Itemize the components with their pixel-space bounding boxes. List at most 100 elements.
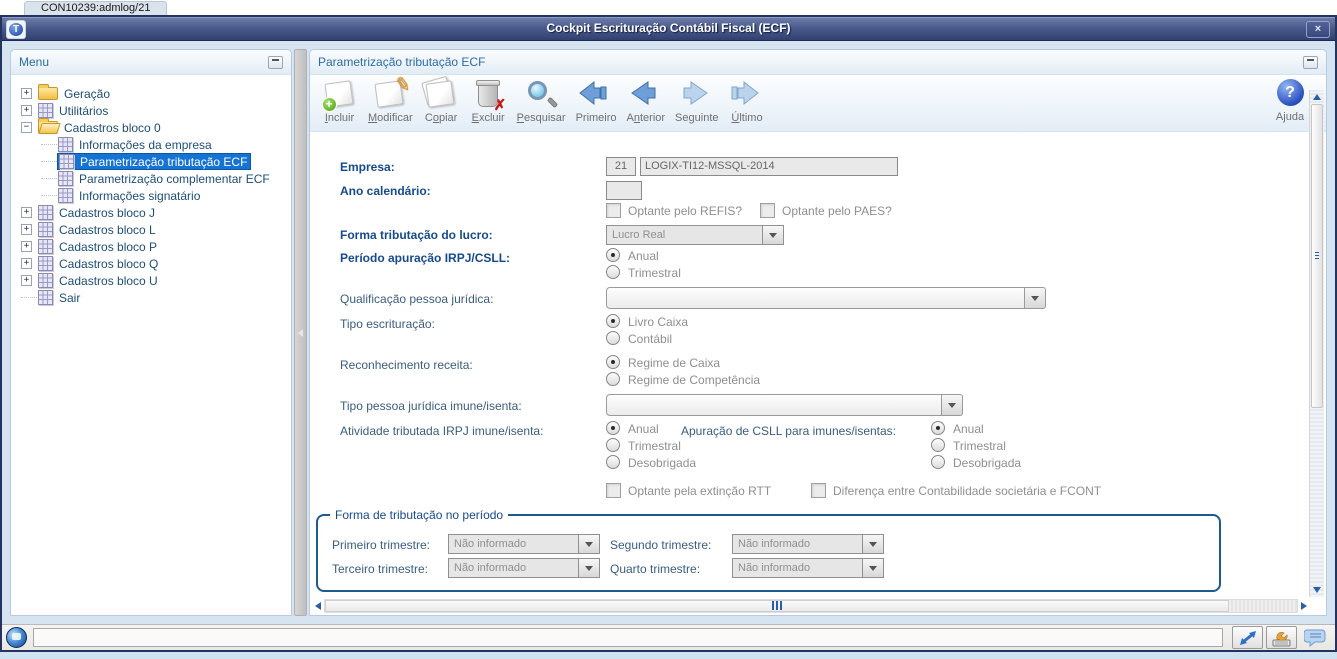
chevron-down-icon[interactable] xyxy=(863,558,884,578)
periodo-trimestral-radio[interactable] xyxy=(606,265,620,279)
grid-icon xyxy=(38,273,53,288)
regime-competencia-radio[interactable] xyxy=(606,372,620,386)
chevron-down-icon[interactable] xyxy=(579,558,600,578)
horizontal-scrollbar-thumb[interactable] xyxy=(325,599,1229,612)
chevron-down-icon[interactable] xyxy=(1025,287,1046,309)
primeiro-trimestre-dropdown[interactable]: Não informado xyxy=(448,534,600,554)
tree-item-sair[interactable]: Sair xyxy=(21,289,287,306)
tree-item-geracao[interactable]: + Geração xyxy=(21,84,287,102)
close-button[interactable]: × xyxy=(1306,21,1330,38)
forma-tributacao-dropdown[interactable]: Lucro Real xyxy=(606,225,784,245)
expand-plus-icon[interactable]: + xyxy=(21,224,32,235)
expand-plus-icon[interactable]: + xyxy=(21,275,32,286)
panel-splitter[interactable] xyxy=(294,49,307,616)
chevron-down-icon[interactable] xyxy=(579,534,600,554)
pesquisar-icon xyxy=(523,78,559,112)
copiar-icon xyxy=(421,75,459,112)
excluir-button[interactable]: ✗ Excluir xyxy=(465,78,512,131)
horizontal-scrollbar-track[interactable] xyxy=(324,598,1298,613)
tools-button[interactable] xyxy=(1266,626,1297,649)
scroll-left-icon[interactable] xyxy=(315,601,321,610)
fcont-checkbox[interactable] xyxy=(811,483,826,498)
refis-checkbox[interactable] xyxy=(606,203,621,218)
atividade-anual-radio[interactable] xyxy=(606,421,620,435)
empresa-code-field[interactable]: 21 xyxy=(606,157,636,176)
vertical-scrollbar-thumb[interactable] xyxy=(1311,104,1323,409)
qualificacao-label: Qualificação pessoa jurídica: xyxy=(340,292,494,306)
browser-tab-strip: CON10239:admlog/21 xyxy=(0,0,1337,15)
csll-desobrigada-radio[interactable] xyxy=(931,455,945,469)
livro-caixa-radio[interactable] xyxy=(606,314,620,328)
regime-caixa-radio[interactable] xyxy=(606,355,620,369)
grid-icon xyxy=(38,239,53,254)
chevron-down-icon[interactable] xyxy=(763,225,784,245)
seguinte-button[interactable]: Seguinte xyxy=(670,78,723,131)
anterior-button[interactable]: Anterior xyxy=(622,78,671,131)
contabil-radio[interactable] xyxy=(606,331,620,345)
tree-item-cadastros-bloco-l[interactable]: + Cadastros bloco L xyxy=(21,221,287,238)
segundo-trimestre-dropdown[interactable]: Não informado xyxy=(732,534,884,554)
menu-panel: Menu + Geração + Utilitários − Cadastros bloc… xyxy=(10,49,292,616)
scroll-down-icon[interactable] xyxy=(1313,587,1321,593)
csll-trimestral-radio[interactable] xyxy=(931,438,945,452)
terceiro-trimestre-dropdown[interactable]: Não informado xyxy=(448,558,600,578)
tipo-pj-dropdown[interactable] xyxy=(606,394,963,416)
vertical-scrollbar[interactable] xyxy=(1309,90,1324,597)
atividade-irpj-label: Atividade tributada IRPJ imune/isenta: xyxy=(340,424,544,438)
primeiro-button[interactable]: Primeiro xyxy=(571,78,622,131)
tree-connector xyxy=(41,161,57,162)
scroll-right-icon[interactable] xyxy=(1301,601,1307,610)
chat-button[interactable] xyxy=(1300,626,1331,649)
resize-button[interactable] xyxy=(1232,626,1263,649)
tree-item-informacoes-signatario[interactable]: Informações signatário xyxy=(21,187,287,204)
tree-item-cadastros-bloco-0[interactable]: − Cadastros bloco 0 xyxy=(21,118,287,136)
copiar-button[interactable]: Copiar xyxy=(418,75,465,131)
expand-plus-icon[interactable]: + xyxy=(21,88,32,99)
chevron-down-icon[interactable] xyxy=(942,394,963,416)
periodo-anual-radio[interactable] xyxy=(606,248,620,262)
browser-tab[interactable]: CON10239:admlog/21 xyxy=(24,1,168,15)
chevron-down-icon[interactable] xyxy=(863,534,884,554)
atividade-trimestral-radio[interactable] xyxy=(606,438,620,452)
csll-anual-radio[interactable] xyxy=(931,421,945,435)
ultimo-button[interactable]: Último xyxy=(724,78,771,131)
empresa-name-field[interactable]: LOGIX-TI12-MSSQL-2014 xyxy=(640,157,898,176)
atividade-desobrigada-radio[interactable] xyxy=(606,455,620,469)
quarto-trimestre-dropdown[interactable]: Não informado xyxy=(732,558,884,578)
scroll-up-icon[interactable] xyxy=(1313,94,1321,100)
tree-item-cadastros-bloco-u[interactable]: + Cadastros bloco U xyxy=(21,272,287,289)
periodo-anual-label: Anual xyxy=(628,249,659,263)
tree-item-parametrizacao-tributacao-ecf[interactable]: Parametrização tributação ECF xyxy=(21,153,287,170)
tree-item-label: Cadastros bloco L xyxy=(59,222,156,237)
collapse-panel-button[interactable] xyxy=(1303,55,1318,69)
modificar-button[interactable]: ✎ Modificar xyxy=(363,74,418,131)
expand-plus-icon[interactable]: + xyxy=(21,207,32,218)
grid-icon xyxy=(59,154,74,169)
fieldset-legend: Forma de tributação no período xyxy=(330,508,509,522)
tree-item-cadastros-bloco-q[interactable]: + Cadastros bloco Q xyxy=(21,255,287,272)
incluir-button[interactable]: + Incluir xyxy=(316,78,363,131)
ano-calendario-field[interactable] xyxy=(606,181,642,200)
quarto-trimestre-label: Quarto trimestre: xyxy=(610,562,701,576)
pesquisar-button[interactable]: Pesquisar xyxy=(512,78,571,131)
expand-plus-icon[interactable]: + xyxy=(21,241,32,252)
page-bottom-strip xyxy=(0,652,1337,659)
expand-plus-icon[interactable]: + xyxy=(21,258,32,269)
collapse-minus-icon[interactable]: − xyxy=(21,122,32,133)
tree-item-cadastros-bloco-j[interactable]: + Cadastros bloco J xyxy=(21,204,287,221)
ajuda-button[interactable]: ? Ajuda xyxy=(1270,79,1310,125)
rtt-checkbox[interactable] xyxy=(606,483,621,498)
horizontal-scrollbar[interactable] xyxy=(315,598,1307,613)
qualificacao-dropdown[interactable] xyxy=(606,287,1046,309)
grid-icon xyxy=(38,256,53,271)
collapse-panel-button[interactable] xyxy=(268,55,283,69)
paes-checkbox[interactable] xyxy=(760,203,775,218)
menu-panel-header: Menu xyxy=(11,50,291,75)
tree-item-informacoes-da-empresa[interactable]: Informações da empresa xyxy=(21,136,287,153)
tree-item-cadastros-bloco-p[interactable]: + Cadastros bloco P xyxy=(21,238,287,255)
expand-plus-icon[interactable]: + xyxy=(21,105,32,116)
csll-trimestral-label: Trimestral xyxy=(953,439,1006,453)
tree-item-parametrizacao-complementar-ecf[interactable]: Parametrização complementar ECF xyxy=(21,170,287,187)
excluir-icon: ✗ xyxy=(470,78,506,114)
tree-item-utilitarios[interactable]: + Utilitários xyxy=(21,102,287,119)
